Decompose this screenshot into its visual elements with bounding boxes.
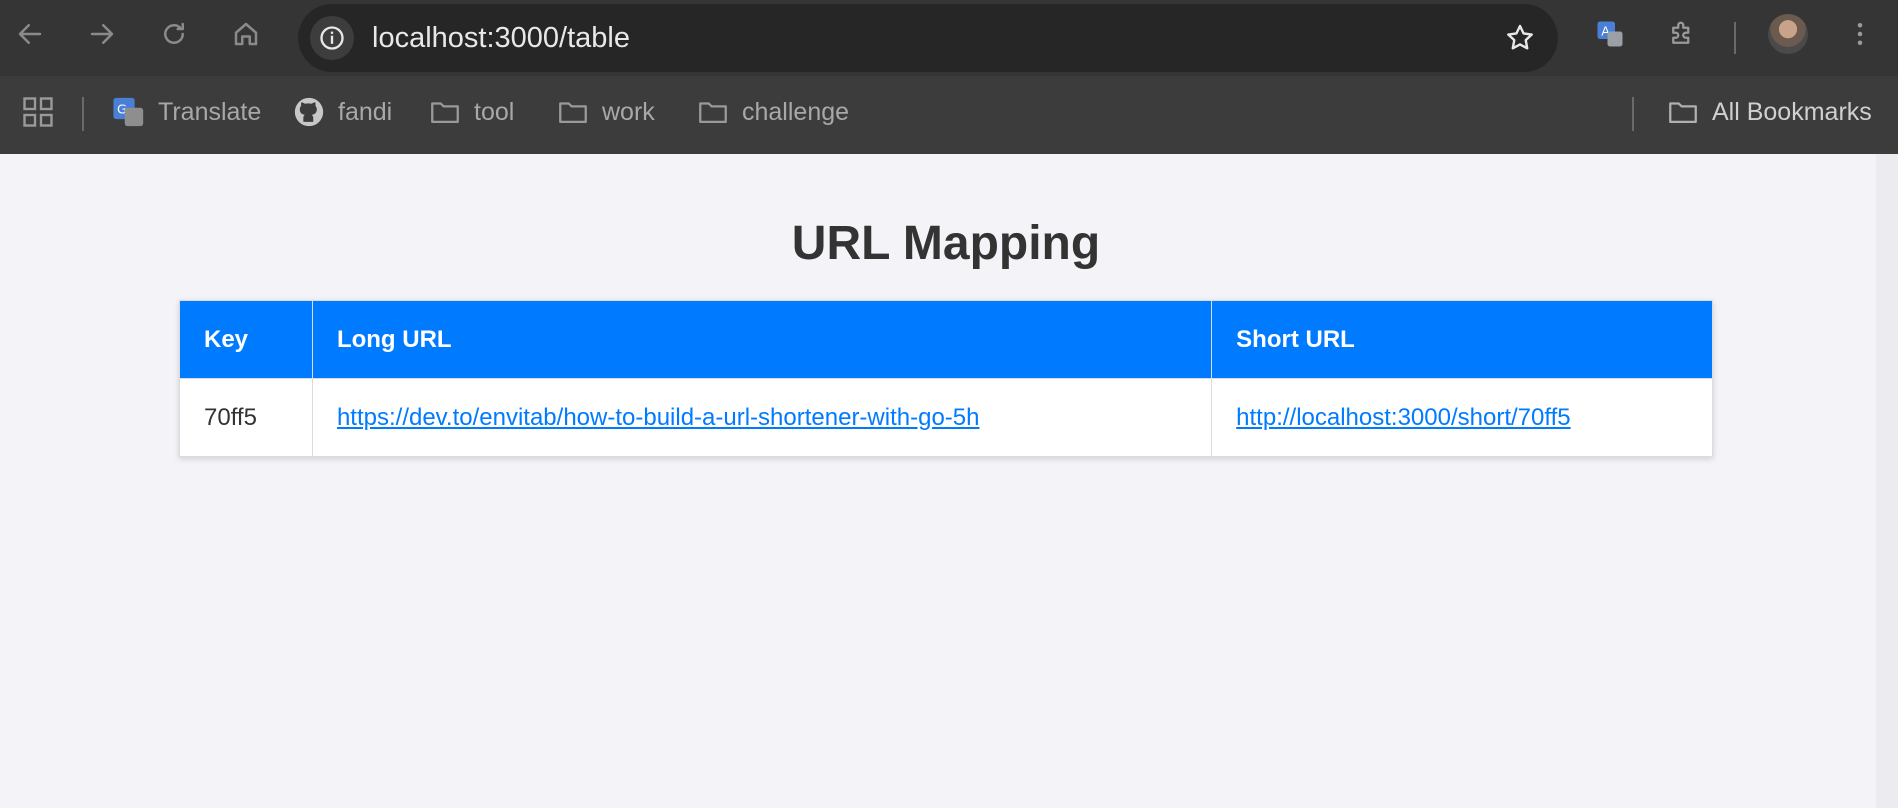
- scrollbar-track[interactable]: [1876, 154, 1898, 808]
- home-icon: [234, 22, 258, 46]
- header-long-url: Long URL: [311, 300, 1213, 379]
- bookmark-folder-tool[interactable]: tool: [428, 92, 514, 132]
- site-info-button[interactable]: [310, 16, 354, 60]
- translate-icon: A: [1597, 21, 1623, 47]
- forward-button[interactable]: [82, 14, 122, 54]
- puzzle-icon: [1672, 21, 1690, 44]
- reload-icon: [164, 22, 184, 44]
- extensions-button[interactable]: [1662, 14, 1702, 54]
- info-icon: [320, 26, 344, 50]
- google-translate-icon: G: [113, 97, 144, 127]
- table-row: 70ff5 https://dev.to/envitab/how-to-buil…: [179, 378, 1713, 457]
- bookmark-folder-work[interactable]: work: [556, 92, 655, 132]
- address-bar[interactable]: localhost:3000/table: [298, 4, 1558, 72]
- bookmark-label: challenge: [742, 97, 850, 126]
- bookmark-fandi[interactable]: fandi: [292, 92, 392, 132]
- table-header-row: Key Long URL Short URL: [179, 300, 1713, 379]
- profile-button[interactable]: [1768, 14, 1808, 54]
- folder-icon: [1669, 102, 1697, 124]
- bookmark-label: Translate: [158, 97, 262, 126]
- all-bookmarks-label: All Bookmarks: [1712, 97, 1872, 126]
- cell-short-url: http://localhost:3000/short/70ff5: [1211, 378, 1713, 457]
- translate-extension-button[interactable]: A: [1590, 14, 1630, 54]
- url-text[interactable]: localhost:3000/table: [372, 22, 630, 54]
- long-url-link[interactable]: https://dev.to/envitab/how-to-build-a-ur…: [337, 404, 980, 431]
- bookmarks-divider: [82, 97, 84, 131]
- reload-button[interactable]: [154, 14, 194, 54]
- apps-button[interactable]: [20, 92, 56, 132]
- bookmark-label: fandi: [338, 97, 393, 126]
- menu-button[interactable]: [1840, 14, 1880, 54]
- apps-grid-icon: [23, 97, 53, 127]
- bookmarks-bar: G Translate fandi tool work challenge Al…: [0, 86, 1898, 138]
- back-button[interactable]: [10, 14, 50, 54]
- arrow-left-icon: [18, 24, 42, 44]
- header-short-url: Short URL: [1211, 300, 1713, 379]
- bookmarks-divider: [1632, 97, 1634, 131]
- bookmark-label: tool: [474, 97, 515, 126]
- browser-toolbar: localhost:3000/table A: [0, 0, 1898, 76]
- browser-chrome: localhost:3000/table A G Translate fandi…: [0, 0, 1898, 154]
- page-title: URL Mapping: [791, 217, 1101, 270]
- folder-icon: [431, 102, 459, 124]
- arrow-right-icon: [90, 24, 114, 44]
- home-button[interactable]: [226, 14, 266, 54]
- all-bookmarks-button[interactable]: All Bookmarks: [1666, 92, 1872, 132]
- page-content: URL Mapping Key Long URL Short URL 70ff5…: [0, 154, 1898, 808]
- cell-key: 70ff5: [179, 378, 313, 457]
- star-icon: [1507, 24, 1533, 50]
- avatar: [1768, 14, 1808, 54]
- url-mapping-table: Key Long URL Short URL 70ff5 https://dev…: [179, 300, 1713, 457]
- cell-long-url: https://dev.to/envitab/how-to-build-a-ur…: [311, 378, 1213, 457]
- more-vertical-icon: [1857, 23, 1863, 45]
- toolbar-divider: [1734, 22, 1736, 54]
- bookmark-label: work: [602, 97, 655, 126]
- bookmark-folder-challenge[interactable]: challenge: [696, 92, 849, 132]
- bookmark-star-button[interactable]: [1502, 20, 1538, 56]
- folder-icon: [699, 102, 727, 124]
- folder-icon: [559, 102, 587, 124]
- header-key: Key: [179, 300, 313, 379]
- github-icon: [294, 97, 324, 127]
- bookmark-translate[interactable]: G Translate: [112, 92, 261, 132]
- short-url-link[interactable]: http://localhost:3000/short/70ff5: [1236, 404, 1570, 431]
